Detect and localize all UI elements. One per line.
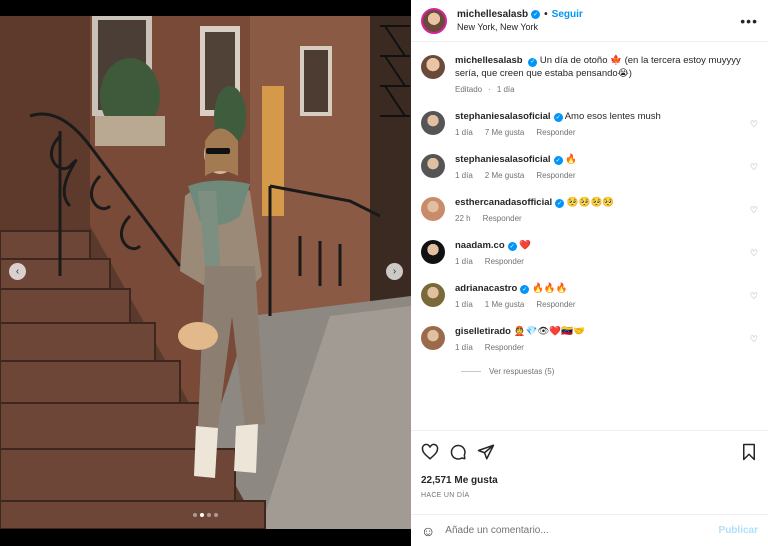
post-photo[interactable] (0, 16, 411, 529)
comment-item: adrianacastro ✓ 🔥🔥🔥 1 día 1 Me gusta Respond… (421, 282, 758, 312)
follow-button[interactable]: Seguir (552, 9, 583, 20)
carousel-prev-button[interactable]: ‹ (9, 263, 26, 280)
commenter-avatar[interactable] (421, 110, 445, 135)
comment-time: 1 día (455, 257, 473, 266)
carousel-dot (193, 513, 197, 517)
comment-text: 👲💎👁❤️🇻🇪🤝 (513, 325, 585, 337)
comment-bubble-icon[interactable] (449, 443, 467, 461)
commenter-username[interactable]: naadam.co (455, 240, 505, 251)
comment-text: Amo esos lentes mush (564, 110, 661, 122)
reply-button[interactable]: Responder (485, 256, 524, 269)
share-send-icon[interactable] (477, 443, 495, 461)
verified-badge-icon: ✓ (531, 10, 541, 19)
comment-like-heart-icon[interactable]: ♡ (750, 205, 758, 216)
likes-count[interactable]: 22,571 Me gusta (421, 475, 758, 486)
verified-badge-icon: ✓ (528, 57, 538, 67)
comment-item: esthercanadasofficial ✓ 🥺🥺🥺🥺 22 h Responder… (421, 196, 758, 226)
comment-like-heart-icon[interactable]: ♡ (750, 291, 758, 302)
reply-button[interactable]: Responder (483, 213, 522, 226)
comment-input[interactable] (445, 525, 719, 536)
more-options-button[interactable]: ••• (740, 13, 758, 29)
commenter-username[interactable]: adrianacastro (455, 283, 517, 294)
save-bookmark-icon[interactable] (740, 443, 758, 461)
commenter-avatar[interactable] (421, 196, 445, 221)
verified-badge-icon: ✓ (520, 285, 530, 295)
caption-username[interactable]: michellesalasb (455, 55, 523, 66)
instagram-post-modal: ‹ › michellesalasb ✓ • Seguir New York, … (0, 0, 768, 546)
author-username[interactable]: michellesalasb (457, 9, 528, 20)
verified-badge-icon: ✓ (507, 242, 517, 252)
commenter-username[interactable]: esthercanadasofficial (455, 197, 552, 208)
comment-likes[interactable]: 7 Me gusta (485, 127, 525, 140)
caption-time: 1 día (496, 85, 515, 94)
verified-badge-icon: ✓ (555, 199, 565, 209)
comment-time: 1 día (455, 300, 473, 309)
carousel-dot (200, 513, 204, 517)
comment-text: 🔥 (565, 153, 578, 165)
author-avatar[interactable] (421, 7, 447, 34)
reply-button[interactable]: Responder (536, 127, 575, 140)
post-caption: michellesalasb ✓ Un día de otoño 🍁 (en l… (421, 55, 758, 97)
comments-list: michellesalasb ✓ Un día de otoño 🍁 (en l… (411, 43, 768, 430)
comment-time: 1 día (455, 128, 473, 137)
comment-text: 🥺🥺🥺🥺 (566, 196, 615, 208)
comment-like-heart-icon[interactable]: ♡ (750, 119, 758, 130)
reply-button[interactable]: Responder (536, 170, 575, 183)
verified-badge-icon: ✓ (553, 113, 563, 123)
post-media-pane: ‹ › (0, 0, 411, 546)
comment-time: 22 h (455, 214, 471, 223)
commenter-avatar[interactable] (421, 282, 445, 307)
commenter-username[interactable]: stephaniesalasoficial (455, 154, 551, 165)
comment-like-heart-icon[interactable]: ♡ (750, 248, 758, 259)
commenter-avatar[interactable] (421, 325, 445, 350)
caption-edited: Editado (455, 85, 483, 94)
carousel-next-button[interactable]: › (386, 263, 403, 280)
comment-text: 🔥🔥🔥 (531, 282, 568, 294)
post-actions: 22,571 Me gusta HACE UN DÍA (411, 430, 768, 499)
carousel-dot (207, 513, 211, 517)
carousel-indicator (193, 513, 218, 517)
commenter-avatar[interactable] (421, 153, 445, 178)
commenter-username[interactable]: giselletirado (455, 326, 511, 337)
comment-item: giselletirado 👲💎👁❤️🇻🇪🤝 1 día Responder ♡ (421, 325, 758, 355)
commenter-avatar[interactable] (421, 239, 445, 264)
post-location[interactable]: New York, New York (457, 22, 740, 32)
comment-time: 1 día (455, 343, 473, 352)
reply-button[interactable]: Responder (485, 342, 524, 355)
verified-badge-icon: ✓ (553, 156, 563, 166)
comment-likes[interactable]: 2 Me gusta (485, 170, 525, 183)
comment-item: naadam.co ✓ ❤️ 1 día Responder ♡ (421, 239, 758, 269)
publish-button[interactable]: Publicar (719, 525, 758, 536)
comment-text: ❤️ (519, 239, 532, 251)
view-replies-button[interactable]: Ver respuestas (5) (461, 367, 758, 376)
post-date: HACE UN DÍA (421, 492, 470, 499)
emoji-picker-icon[interactable]: ☺ (421, 523, 435, 539)
comment-item: stephaniesalasoficial ✓ Amo esos lentes m… (421, 110, 758, 140)
carousel-dot (214, 513, 218, 517)
post-header: michellesalasb ✓ • Seguir New York, New … (411, 0, 768, 42)
caption-avatar[interactable] (421, 55, 445, 79)
reply-button[interactable]: Responder (536, 299, 575, 312)
comment-like-heart-icon[interactable]: ♡ (750, 334, 758, 345)
comment-like-heart-icon[interactable]: ♡ (750, 162, 758, 173)
comment-time: 1 día (455, 171, 473, 180)
like-heart-icon[interactable] (421, 443, 439, 461)
comment-item: stephaniesalasoficial ✓ 🔥 1 día 2 Me gusta R… (421, 153, 758, 183)
post-side-panel: michellesalasb ✓ • Seguir New York, New … (411, 0, 768, 546)
commenter-username[interactable]: stephaniesalasoficial (455, 111, 551, 122)
comment-likes[interactable]: 1 Me gusta (485, 299, 525, 312)
add-comment-bar: ☺ Publicar (411, 514, 768, 546)
